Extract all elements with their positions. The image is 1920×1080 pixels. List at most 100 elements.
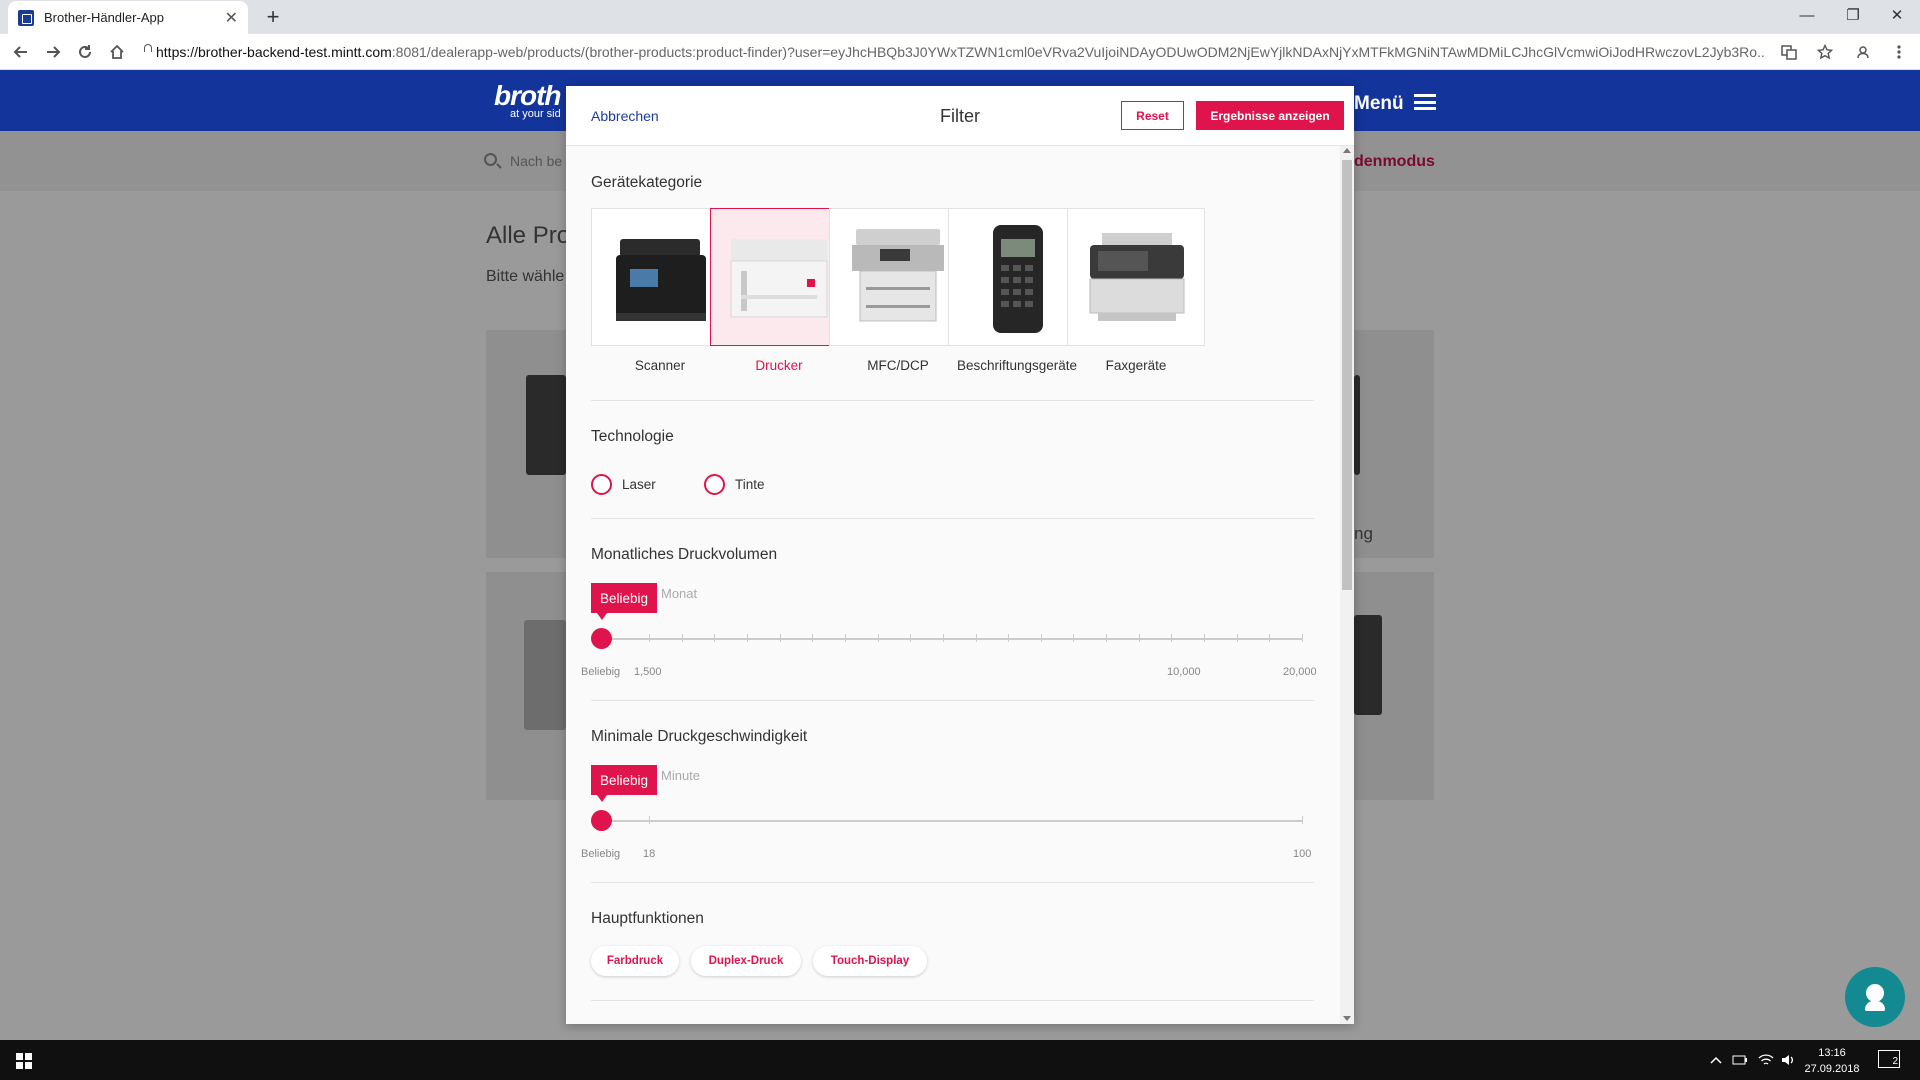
product-image <box>1354 375 1360 475</box>
category-tile-scanner[interactable] <box>591 208 729 346</box>
section-divider <box>591 700 1314 701</box>
radio-label: Laser <box>622 477 656 492</box>
bookmark-star-icon[interactable] <box>1814 42 1836 62</box>
menu-label[interactable]: Menü <box>1354 93 1404 115</box>
speed-section-title: Minimale Druckgeschwindigkeit <box>591 728 808 745</box>
speed-slider-tick <box>1302 816 1303 824</box>
volume-slider-tick <box>910 634 912 642</box>
fax-machine-icon <box>1089 233 1185 321</box>
category-label-printer: Drucker <box>755 358 803 373</box>
window-minimize-button[interactable]: — <box>1784 0 1830 30</box>
tab-close-icon[interactable]: ✕ <box>225 8 238 28</box>
volume-slider-track[interactable] <box>601 638 1303 640</box>
reload-icon[interactable] <box>72 40 98 64</box>
volume-slider-tick <box>1138 634 1140 642</box>
section-divider <box>591 518 1314 519</box>
section-divider <box>591 400 1314 401</box>
volume-slider-tick <box>1236 634 1238 642</box>
window-close-button[interactable]: ✕ <box>1874 0 1920 30</box>
product-image <box>524 620 566 730</box>
volume-slider-tick <box>746 634 748 642</box>
functions-section-title: Hauptfunktionen <box>591 910 704 927</box>
category-tile-fax[interactable] <box>1067 208 1205 346</box>
back-arrow-icon[interactable] <box>8 40 34 64</box>
notification-count: 2 <box>1892 1056 1898 1067</box>
category-tile-printer[interactable] <box>710 208 848 346</box>
volume-slider-tick <box>681 634 683 642</box>
hamburger-menu-icon[interactable] <box>1414 94 1436 110</box>
show-results-button[interactable]: Ergebnisse anzeigen <box>1196 101 1344 130</box>
speed-slider-track[interactable] <box>601 820 1303 822</box>
speed-slider-value: Beliebig <box>591 765 657 802</box>
browser-menu-icon[interactable] <box>1888 42 1910 62</box>
volume-tick-label: 20,000 <box>1283 666 1317 678</box>
function-chip-touch-display[interactable]: Touch-Display <box>813 946 927 976</box>
search-input[interactable]: Nach be <box>510 153 562 169</box>
category-label-scanner: Scanner <box>634 358 686 373</box>
tray-chevron-up-icon[interactable] <box>1708 1052 1724 1068</box>
volume-slider-tick <box>844 634 846 642</box>
category-section-title: Gerätekategorie <box>591 174 703 191</box>
volume-slider-value: Beliebig <box>591 583 657 620</box>
speed-slider-handle[interactable] <box>591 810 612 831</box>
section-divider <box>591 1000 1314 1001</box>
window-restore-button[interactable]: ❐ <box>1830 0 1876 30</box>
page-title: Alle Pro <box>486 222 571 249</box>
radio-circle[interactable] <box>591 474 612 495</box>
url-path: :8081/dealerapp-web/products/(brother-pr… <box>391 44 1764 60</box>
notification-center-icon[interactable]: 2 <box>1878 1050 1900 1068</box>
clock-time: 13:16 <box>1818 1047 1846 1059</box>
volume-slider-tick <box>1008 634 1010 642</box>
brand-tagline: at your sid <box>510 108 561 120</box>
volume-slider-handle[interactable] <box>591 628 612 649</box>
taskbar-clock[interactable]: 13:16 27.09.2018 <box>1800 1045 1864 1077</box>
battery-icon[interactable] <box>1732 1052 1748 1068</box>
extension-icon[interactable] <box>1852 42 1874 62</box>
product-image <box>526 375 566 475</box>
forward-arrow-icon[interactable] <box>40 40 66 64</box>
volume-section-title: Monatliches Druckvolumen <box>591 546 778 563</box>
address-bar[interactable]: https://brother-backend-test.mintt.com:8… <box>142 39 1764 65</box>
browser-tab[interactable]: Brother-Händler-App ✕ <box>8 1 248 34</box>
browser-tab-strip: Brother-Händler-App ✕ + — ❐ ✕ <box>0 0 1920 34</box>
support-agent-icon <box>1866 984 1884 1002</box>
scroll-up-arrow-icon[interactable] <box>1343 148 1351 153</box>
page-subtitle: Bitte wähle <box>486 268 565 285</box>
windows-start-icon[interactable] <box>16 1053 32 1069</box>
radio-circle[interactable] <box>704 474 725 495</box>
category-label-labeling: Beschriftungsgeräte <box>956 358 1078 373</box>
volume-tick-label: 10,000 <box>1167 666 1201 678</box>
search-icon <box>484 153 497 166</box>
product-image <box>1354 615 1382 715</box>
modal-header: Abbrechen Filter Reset Ergebnisse anzeig… <box>566 86 1354 146</box>
home-icon[interactable] <box>104 40 130 64</box>
technology-radio-ink[interactable]: Tinte <box>704 474 765 495</box>
volume-slider-tick <box>649 634 650 642</box>
wifi-icon[interactable] <box>1758 1052 1774 1068</box>
new-tab-button[interactable]: + <box>260 4 286 30</box>
scanner-icon <box>616 239 706 321</box>
reset-button[interactable]: Reset <box>1121 101 1184 130</box>
function-chip-color-print[interactable]: Farbdruck <box>591 946 679 976</box>
speed-slider-tick <box>649 816 650 824</box>
volume-slider-tick <box>942 634 944 642</box>
function-chip-duplex[interactable]: Duplex-Druck <box>691 946 801 976</box>
speed-slider-unit: Minute <box>661 768 701 783</box>
modal-scrollbar[interactable] <box>1340 146 1354 1024</box>
scroll-down-arrow-icon[interactable] <box>1343 1016 1351 1021</box>
section-divider <box>591 882 1314 883</box>
speed-tick-label: 18 <box>643 848 656 860</box>
speed-tick-label: Beliebig <box>581 848 621 860</box>
category-tile-mfc-dcp[interactable] <box>829 208 967 346</box>
volume-slider-tick <box>1040 634 1042 642</box>
volume-slider-tick <box>1302 634 1303 642</box>
scroll-thumb[interactable] <box>1342 160 1352 590</box>
windows-taskbar: 13:16 27.09.2018 2 <box>0 1040 1920 1080</box>
product-card-label: ng <box>1354 524 1373 543</box>
category-tile-labeling[interactable] <box>948 208 1086 346</box>
mode-toggle-link[interactable]: denmodus <box>1354 153 1435 171</box>
translate-icon[interactable] <box>1778 42 1800 62</box>
volume-icon[interactable] <box>1780 1052 1796 1068</box>
help-chat-button[interactable] <box>1845 967 1905 1027</box>
technology-radio-laser[interactable]: Laser <box>591 474 656 495</box>
